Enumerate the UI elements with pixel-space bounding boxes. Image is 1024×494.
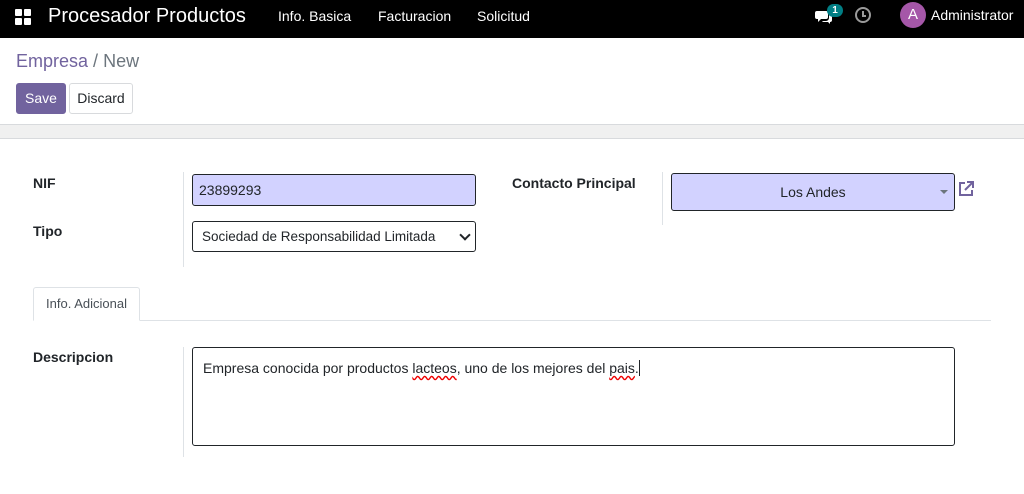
field-separator: [662, 172, 663, 225]
user-name[interactable]: Administrator: [931, 7, 1013, 23]
descripcion-label: Descripcion: [33, 349, 114, 365]
tipo-label: Tipo: [33, 223, 63, 239]
app-brand-title[interactable]: Procesador Productos: [48, 4, 246, 28]
activity-clock-icon[interactable]: [855, 7, 871, 23]
breadcrumb: Empresa / New: [16, 50, 139, 72]
field-separator: [183, 172, 184, 267]
apps-menu-icon[interactable]: [15, 9, 33, 27]
chat-count-badge: 1: [827, 4, 843, 17]
menu-item-facturacion[interactable]: Facturacion: [378, 8, 451, 24]
breadcrumb-current: New: [103, 51, 140, 71]
menu-item-info-basica[interactable]: Info. Basica: [278, 8, 351, 24]
contacto-principal-value: Los Andes: [780, 184, 846, 200]
nif-label: NIF: [33, 175, 56, 191]
top-navbar: Procesador Productos Info. Basica Factur…: [0, 0, 1024, 38]
text-cursor: [638, 360, 640, 376]
contacto-principal-input[interactable]: Los Andes: [671, 173, 955, 211]
control-panel: Empresa / New Save Discard: [0, 38, 1024, 125]
dropdown-caret-icon[interactable]: [940, 190, 948, 194]
contacto-principal-label: Contacto Principal: [512, 175, 636, 191]
external-link-icon[interactable]: [957, 180, 975, 198]
user-avatar[interactable]: A: [900, 2, 926, 28]
save-button[interactable]: Save: [16, 83, 66, 114]
tipo-select-value: Sociedad de Responsabilidad Limitada: [202, 229, 436, 244]
discard-button[interactable]: Discard: [69, 83, 133, 114]
descripcion-textarea[interactable]: Empresa conocida por productos lacteos, …: [192, 347, 955, 446]
tipo-select[interactable]: Sociedad de Responsabilidad Limitada: [192, 221, 476, 252]
descripcion-misspelled-word: lacteos: [412, 360, 457, 376]
descripcion-text-part2: , uno de los mejores del: [456, 360, 610, 376]
tabs-divider: [33, 320, 991, 321]
descripcion-text-part1: Empresa conocida por productos: [203, 360, 413, 376]
field-separator: [183, 347, 184, 457]
chevron-down-icon: [459, 229, 471, 241]
descripcion-misspelled-word: pais: [609, 360, 635, 376]
nif-input[interactable]: 23899293: [192, 174, 476, 206]
tab-info-adicional[interactable]: Info. Adicional: [33, 287, 140, 321]
menu-item-solicitud[interactable]: Solicitud: [477, 8, 530, 24]
breadcrumb-parent-link[interactable]: Empresa: [16, 51, 88, 71]
breadcrumb-separator: /: [93, 51, 99, 71]
form-sheet: NIF Tipo 23899293 Sociedad de Responsabi…: [0, 138, 1024, 494]
